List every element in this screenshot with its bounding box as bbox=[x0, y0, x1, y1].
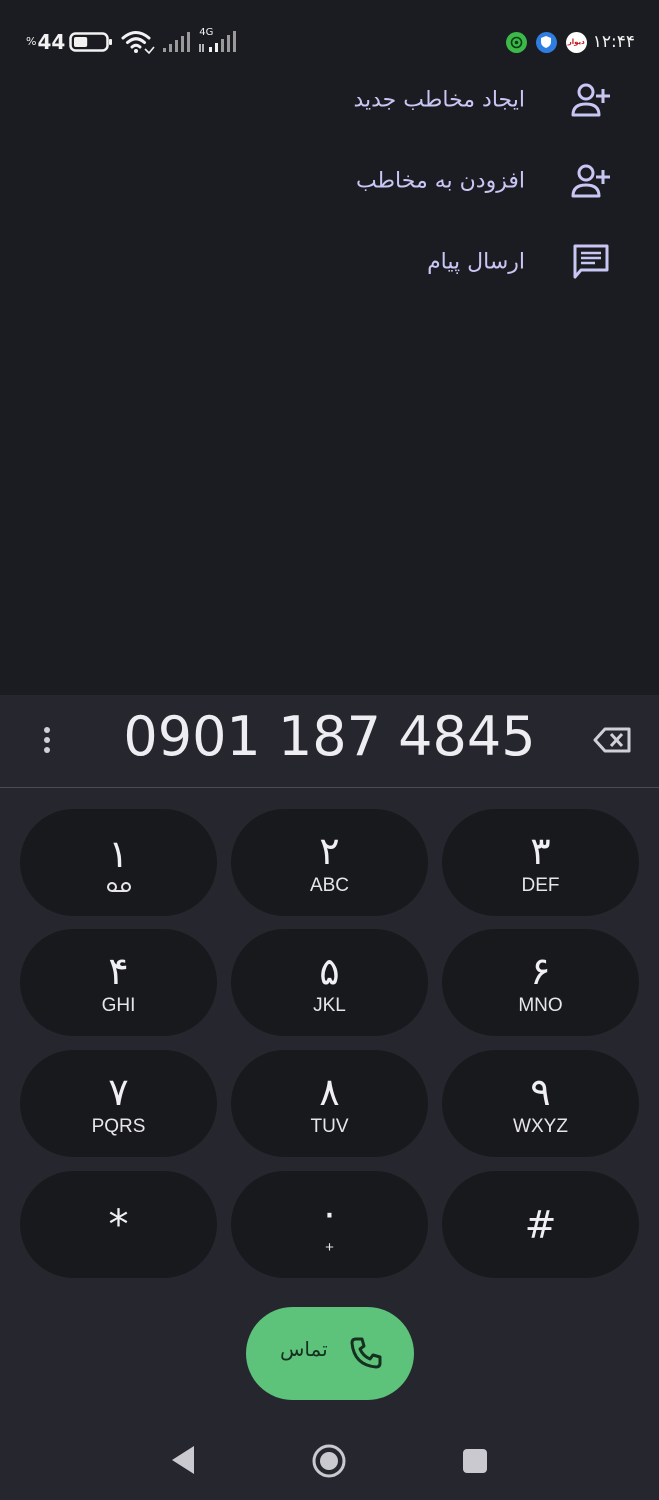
key-9[interactable]: ۹ WXYZ bbox=[442, 1050, 639, 1157]
number-divider bbox=[0, 787, 659, 788]
backspace-icon[interactable] bbox=[593, 723, 633, 757]
key-4-digit: ۴ bbox=[108, 948, 129, 993]
call-button[interactable]: تماس bbox=[246, 1307, 414, 1400]
signal-bars-icon bbox=[199, 31, 237, 52]
key-8-digit: ۸ bbox=[319, 1069, 340, 1114]
key-1[interactable]: ۱ bbox=[20, 809, 217, 916]
dialed-number[interactable]: 0901 187 4845 bbox=[0, 705, 659, 768]
key-7[interactable]: ۷ PQRS bbox=[20, 1050, 217, 1157]
key-0-letters: + bbox=[325, 1238, 334, 1256]
key-hash-digit: # bbox=[524, 1202, 557, 1247]
battery-icon bbox=[69, 32, 113, 52]
key-9-digit: ۹ bbox=[530, 1069, 551, 1114]
key-9-letters: WXYZ bbox=[513, 1115, 568, 1137]
key-4[interactable]: ۴ GHI bbox=[20, 929, 217, 1036]
create-new-contact-label: ایجاد مخاطب جدید bbox=[353, 87, 525, 113]
key-8[interactable]: ۸ TUV bbox=[231, 1050, 428, 1157]
key-0-digit: ۰ bbox=[319, 1190, 340, 1235]
battery-percent: %44 bbox=[26, 30, 65, 54]
wifi-icon bbox=[121, 31, 155, 55]
key-6-digit: ۶ bbox=[530, 948, 551, 993]
dialpad-panel: 0901 187 4845 ۱ ۲ ABC ۳ DEF ۴ GHI ۵ JKL … bbox=[0, 695, 659, 1500]
key-4-letters: GHI bbox=[101, 994, 136, 1016]
key-2-letters: ABC bbox=[309, 874, 350, 896]
clock: ۱۲:۴۴ bbox=[592, 32, 635, 52]
key-8-letters: TUV bbox=[310, 1115, 349, 1137]
key-hash[interactable]: # bbox=[442, 1171, 639, 1278]
number-row: 0901 187 4845 bbox=[0, 695, 659, 787]
key-star[interactable]: * bbox=[20, 1171, 217, 1278]
green-app-glyph-icon bbox=[510, 36, 523, 48]
send-message-item[interactable]: ارسال پیام bbox=[0, 232, 659, 292]
key-0[interactable]: ۰ + bbox=[231, 1171, 428, 1278]
message-icon bbox=[573, 244, 609, 279]
divar-logo-text: دیوار bbox=[567, 38, 585, 46]
blue-shield-app-icon bbox=[535, 31, 557, 53]
nav-home-icon[interactable] bbox=[311, 1443, 347, 1479]
key-7-letters: PQRS bbox=[91, 1115, 146, 1137]
divar-app-icon: دیوار bbox=[565, 31, 587, 53]
status-left: %44 4G bbox=[26, 27, 241, 56]
key-1-digit: ۱ bbox=[108, 831, 129, 876]
nav-recents-icon[interactable] bbox=[462, 1448, 488, 1474]
phone-icon bbox=[350, 1337, 382, 1369]
signal-icon-sim1 bbox=[163, 32, 191, 52]
key-6-letters: MNO bbox=[518, 994, 563, 1016]
add-to-contact-label: افزودن به مخاطب bbox=[355, 168, 525, 194]
key-5-digit: ۵ bbox=[319, 948, 340, 993]
key-6[interactable]: ۶ MNO bbox=[442, 929, 639, 1036]
key-7-digit: ۷ bbox=[108, 1069, 129, 1114]
add-to-contact-item[interactable]: افزودن به مخاطب bbox=[0, 151, 659, 211]
signal-icon-sim2: 4G bbox=[197, 27, 241, 56]
key-3-digit: ۳ bbox=[530, 828, 551, 873]
nav-back-icon[interactable] bbox=[168, 1443, 198, 1477]
key-5-letters: JKL bbox=[313, 994, 346, 1016]
voicemail-icon bbox=[106, 881, 131, 892]
key-3-letters: DEF bbox=[521, 874, 560, 896]
key-star-digit: * bbox=[108, 1201, 129, 1248]
key-5[interactable]: ۵ JKL bbox=[231, 929, 428, 1036]
create-new-contact-item[interactable]: ایجاد مخاطب جدید bbox=[0, 70, 659, 130]
send-message-label: ارسال پیام bbox=[427, 249, 525, 275]
green-app-icon bbox=[505, 31, 527, 53]
status-right: دیوار ۱۲:۴۴ bbox=[497, 28, 635, 56]
key-2[interactable]: ۲ ABC bbox=[231, 809, 428, 916]
key-3[interactable]: ۳ DEF bbox=[442, 809, 639, 916]
shield-icon bbox=[541, 36, 552, 48]
battery-percent-sign: % bbox=[26, 35, 37, 48]
key-2-digit: ۲ bbox=[319, 828, 340, 873]
call-label: تماس bbox=[280, 1337, 328, 1361]
person-add-icon bbox=[571, 164, 610, 198]
person-add-icon bbox=[571, 83, 610, 117]
battery-percent-value: 44 bbox=[37, 30, 66, 54]
